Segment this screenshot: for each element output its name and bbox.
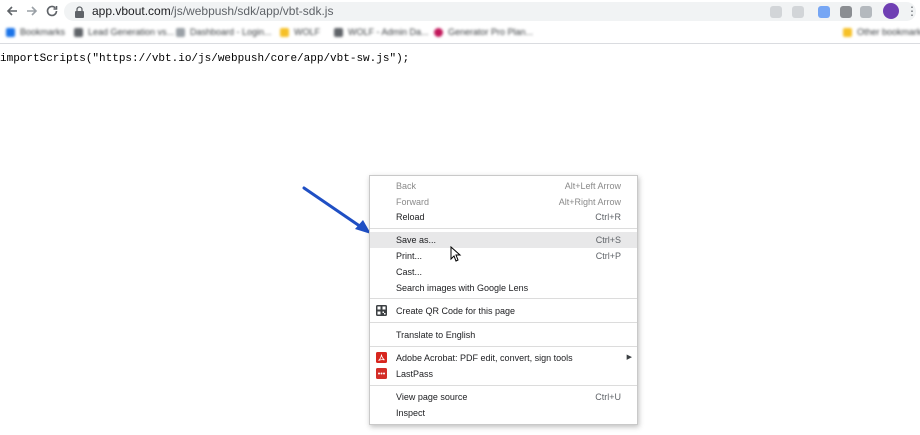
- bookmark-item[interactable]: Other bookmarks: [843, 25, 920, 39]
- bookmark-star-icon[interactable]: [792, 6, 804, 18]
- adobe-acrobat-icon: [376, 352, 387, 363]
- bookmark-favicon-icon: [434, 27, 443, 37]
- menu-item-shortcut: Ctrl+R: [595, 212, 621, 222]
- menu-item-translate[interactable]: Translate to English: [370, 327, 637, 343]
- menu-item-forward[interactable]: Forward Alt+Right Arrow: [370, 194, 637, 210]
- submenu-arrow-icon: ▶: [626, 354, 632, 361]
- menu-item-inspect[interactable]: Inspect: [370, 405, 637, 421]
- menu-item-label: Adobe Acrobat: PDF edit, convert, sign t…: [396, 353, 573, 363]
- bookmark-label: Bookmarks: [20, 27, 66, 37]
- menu-separator: [370, 298, 637, 299]
- bookmark-label: WOLF: [294, 27, 320, 37]
- qr-code-icon: [376, 305, 387, 316]
- bookmark-folder-icon: [280, 27, 289, 37]
- menu-item-label: LastPass: [396, 369, 434, 379]
- menu-item-label: Back: [396, 181, 417, 191]
- menu-item-shortcut: Alt+Right Arrow: [558, 197, 621, 207]
- address-bar[interactable]: app.vbout.com/js/webpush/sdk/app/vbt-sdk…: [64, 2, 916, 21]
- bookmark-label: Lead Generation vs...: [88, 27, 175, 37]
- browser-toolbar: app.vbout.com/js/webpush/sdk/app/vbt-sdk…: [0, 0, 920, 22]
- annotation-arrow-icon: [302, 186, 371, 234]
- menu-separator: [370, 228, 637, 229]
- menu-item-save-as[interactable]: Save as... Ctrl+S: [370, 232, 637, 248]
- forward-arrow-icon[interactable]: [24, 3, 40, 19]
- page-code-line: importScripts("https://vbt.io/js/webpush…: [0, 53, 410, 65]
- mouse-cursor-icon: [450, 246, 462, 262]
- profile-avatar[interactable]: [883, 3, 899, 19]
- menu-item-qr-code[interactable]: Create QR Code for this page: [370, 303, 637, 319]
- extension-icon[interactable]: [818, 6, 830, 18]
- reload-icon[interactable]: [44, 3, 60, 19]
- menu-item-back[interactable]: Back Alt+Left Arrow: [370, 178, 637, 194]
- menu-item-shortcut: Alt+Left Arrow: [564, 181, 621, 191]
- menu-item-acrobat[interactable]: Adobe Acrobat: PDF edit, convert, sign t…: [370, 350, 637, 366]
- bookmark-favicon-icon: [6, 27, 15, 37]
- bookmark-favicon-icon: [334, 27, 343, 37]
- menu-item-label: Inspect: [396, 408, 426, 418]
- bookmark-item[interactable]: Generator Pro Plan...: [434, 25, 533, 39]
- url-host: app.vbout.com: [92, 4, 171, 18]
- lock-icon[interactable]: [74, 5, 85, 18]
- context-menu: Back Alt+Left Arrow Forward Alt+Right Ar…: [369, 175, 638, 425]
- bookmark-label: Generator Pro Plan...: [448, 27, 534, 37]
- bookmark-favicon-icon: [176, 27, 185, 37]
- bookmarks-bar: Bookmarks Lead Generation vs... Dashboar…: [0, 22, 920, 44]
- menu-item-print[interactable]: Print... Ctrl+P: [370, 248, 637, 264]
- menu-item-shortcut: Ctrl+S: [595, 235, 621, 245]
- menu-item-label: Print...: [396, 251, 423, 261]
- menu-separator: [370, 385, 637, 386]
- menu-item-lastpass[interactable]: LastPass: [370, 366, 637, 382]
- menu-item-label: Translate to English: [396, 330, 476, 340]
- bookmark-label: Other bookmarks: [857, 27, 920, 37]
- bookmark-label: Dashboard - Login...: [190, 27, 272, 37]
- menu-item-label: View page source: [396, 392, 468, 402]
- menu-item-label: Cast...: [396, 267, 423, 277]
- menu-item-shortcut: Ctrl+U: [595, 392, 621, 402]
- url-text[interactable]: app.vbout.com/js/webpush/sdk/app/vbt-sdk…: [92, 4, 333, 19]
- more-menu-icon[interactable]: ⋮: [906, 3, 918, 19]
- back-arrow-icon[interactable]: [4, 3, 20, 19]
- menu-item-label: Save as...: [396, 235, 437, 245]
- bookmark-item[interactable]: Dashboard - Login...: [176, 25, 272, 39]
- extension-icon[interactable]: [840, 6, 852, 18]
- menu-item-cast[interactable]: Cast...: [370, 264, 637, 280]
- menu-separator: [370, 322, 637, 323]
- menu-item-shortcut: Ctrl+P: [595, 251, 621, 261]
- share-icon[interactable]: [770, 6, 782, 18]
- menu-item-reload[interactable]: Reload Ctrl+R: [370, 209, 637, 225]
- menu-item-label: Reload: [396, 212, 425, 222]
- menu-separator: [370, 346, 637, 347]
- menu-item-view-source[interactable]: View page source Ctrl+U: [370, 389, 637, 405]
- puzzle-icon[interactable]: [860, 6, 872, 18]
- menu-item-label: Search images with Google Lens: [396, 283, 529, 293]
- bookmark-item[interactable]: Lead Generation vs...: [74, 25, 174, 39]
- menu-item-label: Forward: [396, 197, 430, 207]
- bookmark-folder-icon: [843, 27, 852, 37]
- bookmark-item[interactable]: WOLF - Admin Da...: [334, 25, 429, 39]
- bookmark-item[interactable]: Bookmarks: [6, 25, 65, 39]
- lastpass-icon: [376, 368, 387, 379]
- bookmark-item[interactable]: WOLF: [280, 25, 320, 39]
- menu-item-search-lens[interactable]: Search images with Google Lens: [370, 280, 637, 296]
- menu-item-label: Create QR Code for this page: [396, 306, 516, 316]
- bookmark-favicon-icon: [74, 27, 83, 37]
- bookmark-label: WOLF - Admin Da...: [348, 27, 429, 37]
- url-path: /js/webpush/sdk/app/vbt-sdk.js: [170, 4, 334, 18]
